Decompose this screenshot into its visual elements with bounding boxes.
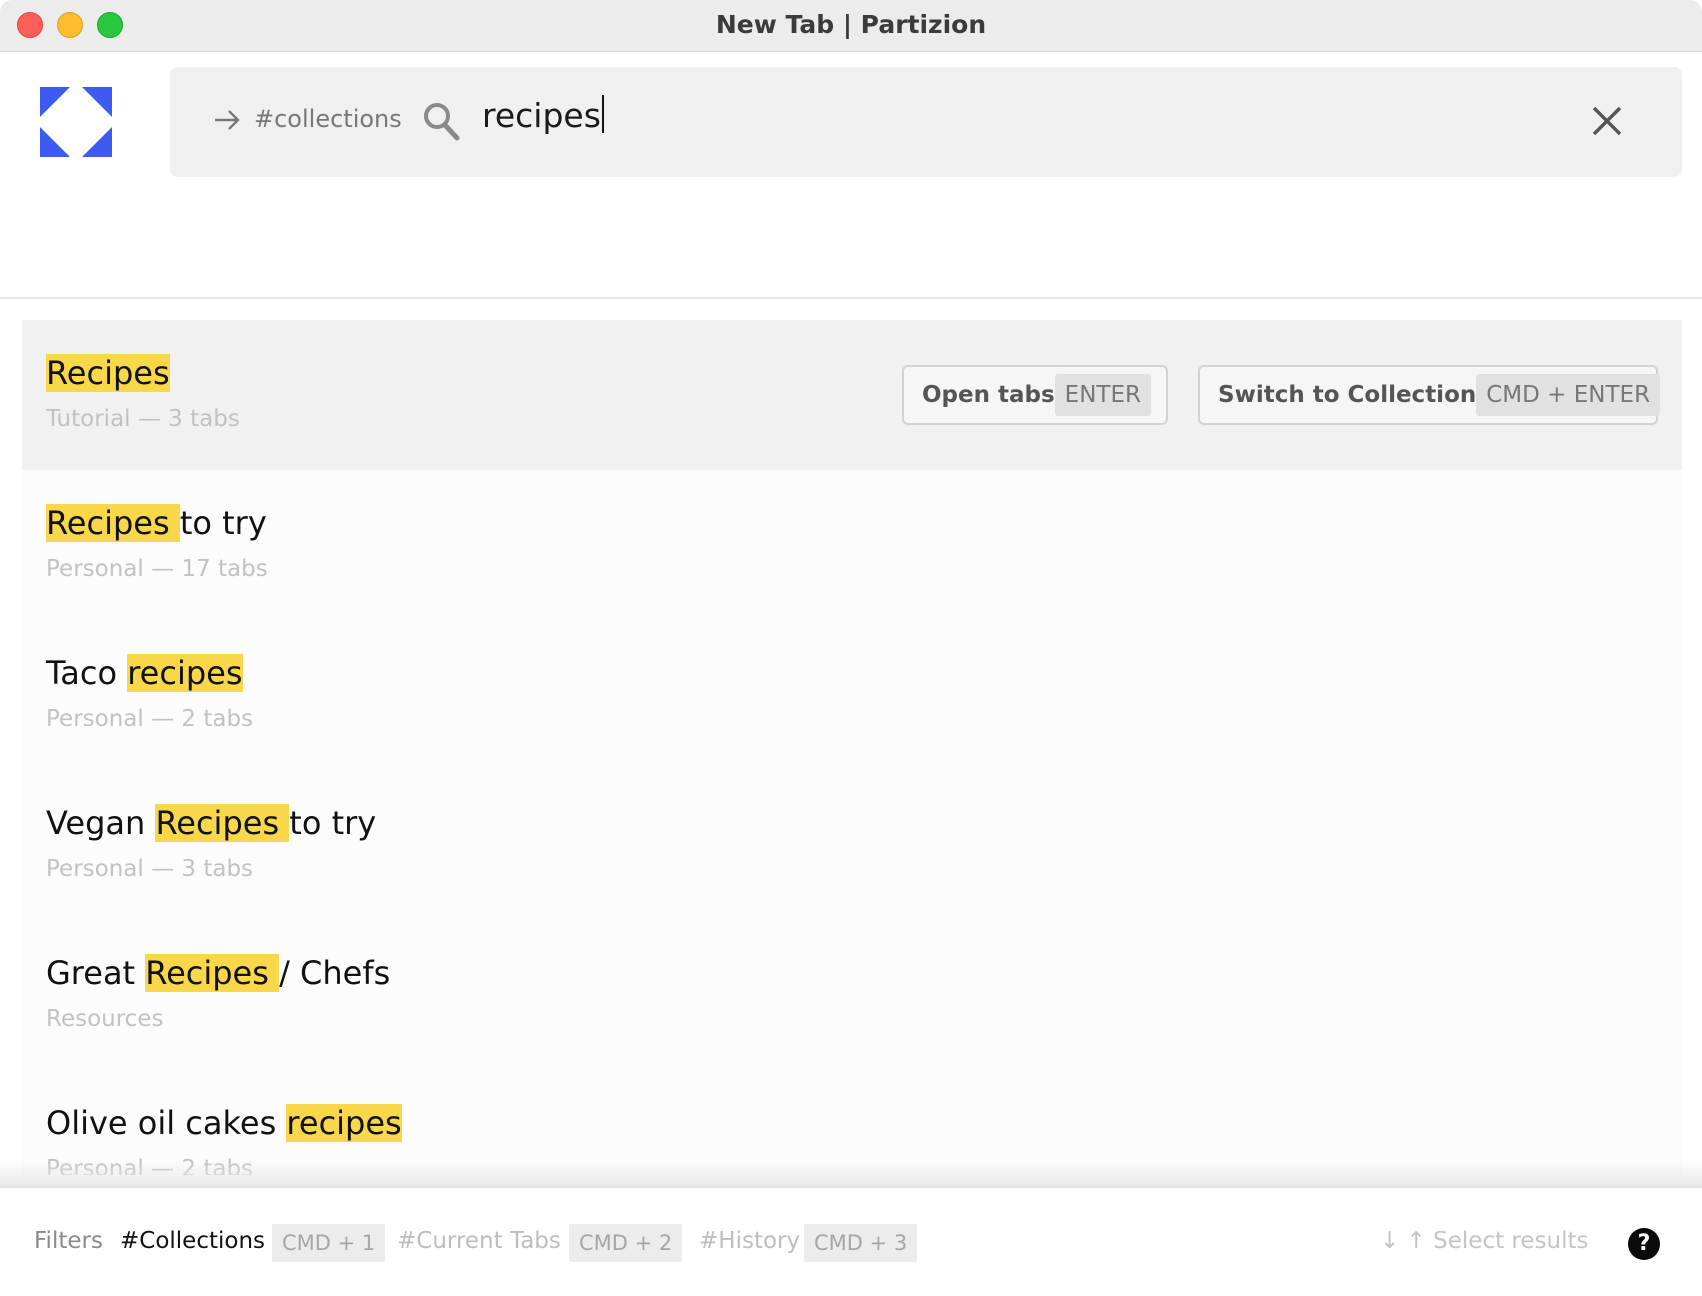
close-icon[interactable] (1590, 104, 1624, 138)
shortcut-badge: CMD + 2 (569, 1224, 683, 1262)
title-bar: New Tab | Partizion (0, 0, 1702, 52)
select-results-hint: ↓ ↑ Select results (1380, 1228, 1589, 1254)
result-item[interactable]: Great Recipes / Chefs Resources (22, 920, 1682, 1070)
result-subtitle: Personal — 17 tabs (46, 556, 268, 582)
help-icon[interactable]: ? (1628, 1228, 1660, 1260)
match-highlight: recipes (127, 654, 243, 692)
filter-history[interactable]: #History (699, 1228, 800, 1254)
shortcut-badge: CMD + ENTER (1476, 374, 1661, 416)
filter-current-tabs[interactable]: #Current Tabs (397, 1228, 561, 1254)
result-title: Taco recipes (46, 654, 243, 692)
result-subtitle: Personal — 2 tabs (46, 706, 254, 732)
result-title: Recipes to try (46, 504, 267, 542)
arrow-right-icon (215, 110, 240, 130)
search-bar[interactable]: #collections recipes (170, 67, 1682, 177)
match-highlight: Recipes (46, 504, 180, 542)
header-divider (0, 297, 1702, 299)
result-item[interactable]: Taco recipes Personal — 2 tabs (22, 620, 1682, 770)
result-title: Olive oil cakes recipes (46, 1104, 402, 1142)
search-input[interactable]: recipes (482, 95, 604, 135)
filters-label: Filters (34, 1228, 103, 1254)
scroll-fade (0, 1160, 1702, 1188)
result-title: Recipes (46, 354, 170, 392)
search-scope[interactable]: #collections (254, 105, 402, 133)
shortcut-badge: CMD + 3 (804, 1224, 918, 1262)
result-subtitle: Resources (46, 1006, 164, 1032)
shortcut-badge: ENTER (1054, 374, 1151, 416)
result-title: Great Recipes / Chefs (46, 954, 391, 992)
result-subtitle: Personal — 3 tabs (46, 856, 254, 882)
text-caret (601, 95, 604, 133)
window-title: New Tab | Partizion (715, 10, 987, 39)
results-list: Recipes Tutorial — 3 tabs Open tabs ENTE… (22, 320, 1682, 1175)
result-item[interactable]: Vegan Recipes to try Personal — 3 tabs (22, 770, 1682, 920)
match-highlight: Recipes (145, 954, 280, 992)
result-item[interactable]: Recipes Tutorial — 3 tabs Open tabs ENTE… (22, 320, 1682, 470)
open-tabs-button[interactable]: Open tabs ENTER (902, 365, 1168, 425)
shortcut-badge: CMD + 1 (272, 1224, 386, 1262)
match-highlight: recipes (286, 1104, 402, 1142)
partizion-logo-icon (40, 87, 112, 157)
match-highlight: Recipes (46, 354, 170, 392)
filter-collections[interactable]: #Collections (120, 1228, 265, 1254)
search-icon (424, 103, 460, 141)
footer-bar: Filters #Collections CMD + 1 #Current Ta… (0, 1186, 1702, 1296)
app-window: New Tab | Partizion #collections recipes… (0, 0, 1702, 1296)
result-title: Vegan Recipes to try (46, 804, 377, 842)
switch-to-collection-button[interactable]: Switch to Collection CMD + ENTER (1198, 365, 1661, 425)
result-subtitle: Tutorial — 3 tabs (46, 406, 240, 432)
match-highlight: Recipes (155, 804, 290, 842)
result-item[interactable]: Recipes to try Personal — 17 tabs (22, 470, 1682, 620)
